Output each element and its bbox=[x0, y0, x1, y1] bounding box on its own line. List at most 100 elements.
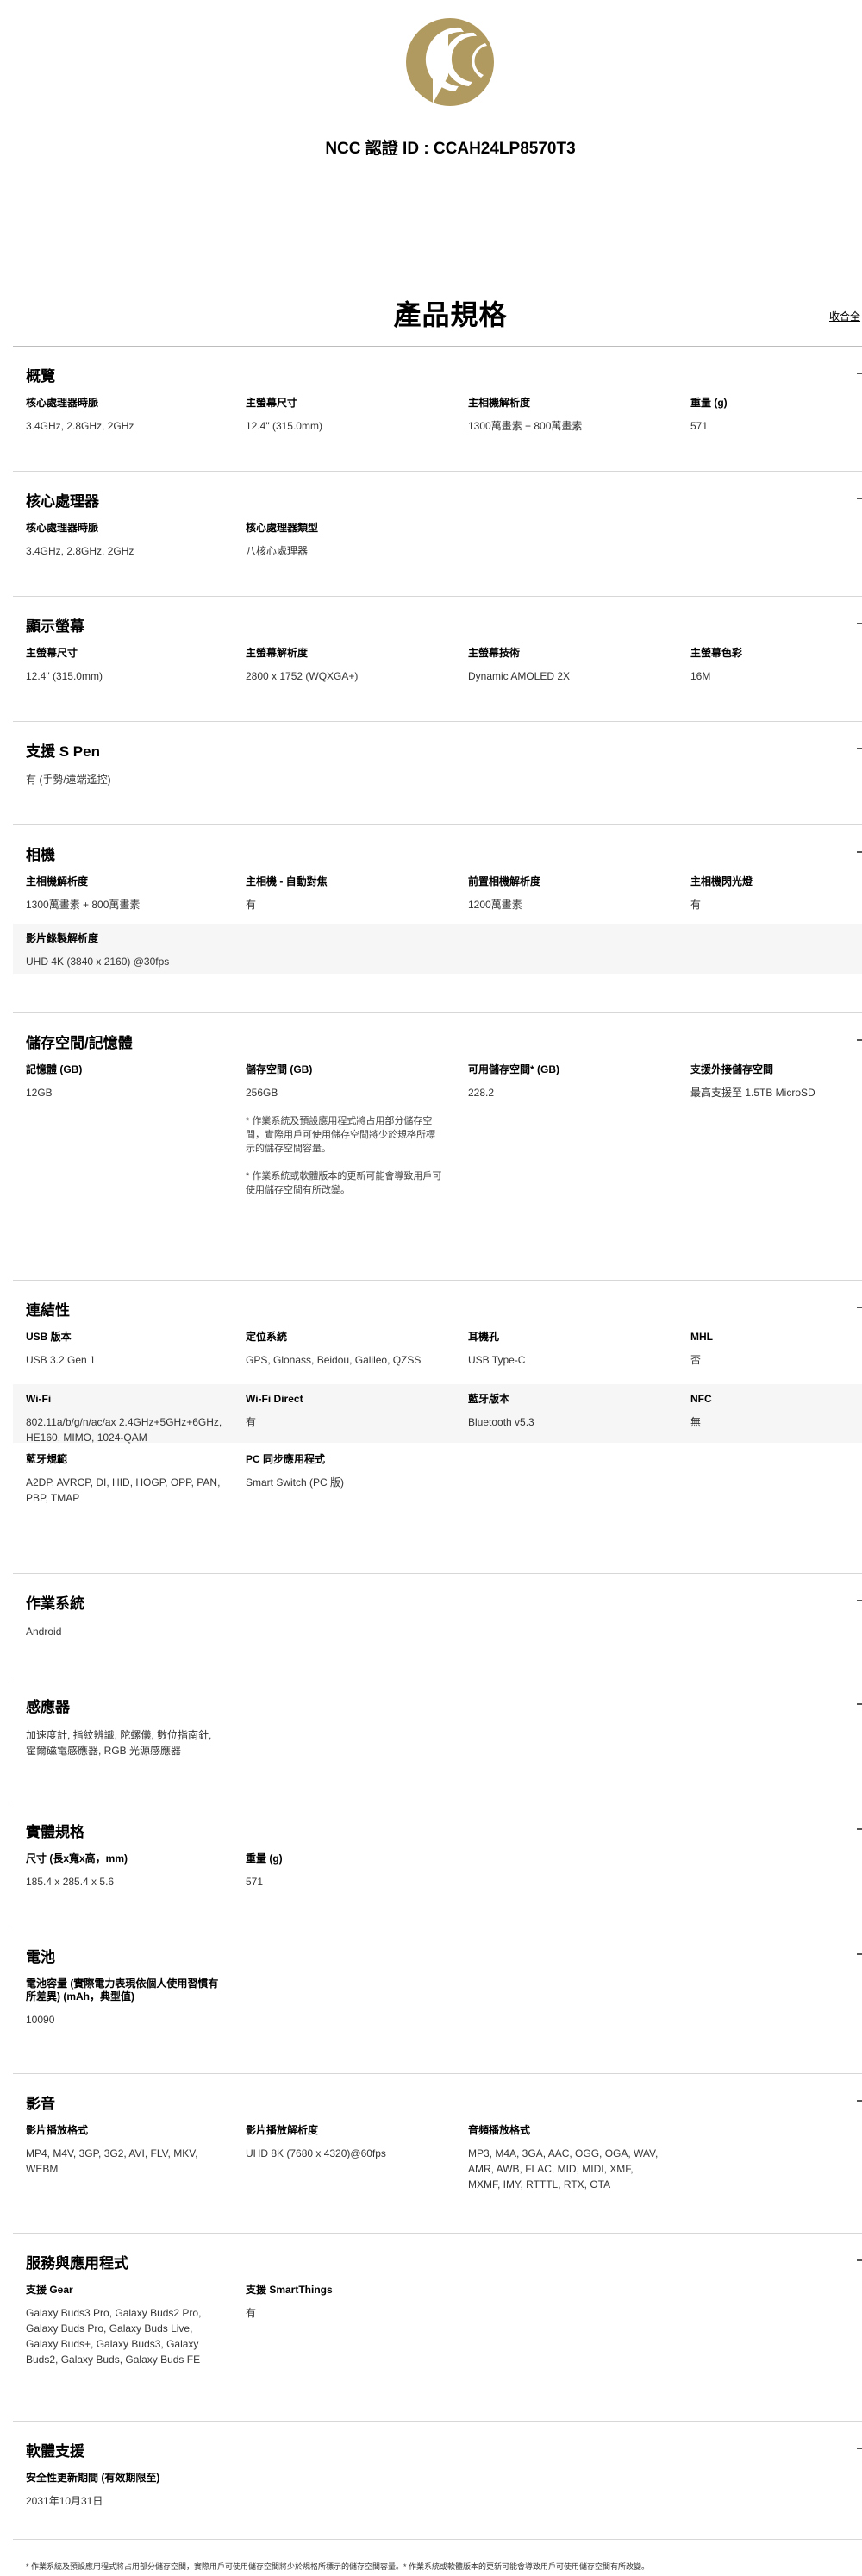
spec-item: 核心處理器類型 八核心處理器 bbox=[246, 522, 444, 559]
minus-icon[interactable] bbox=[857, 851, 862, 853]
section-title[interactable]: 顯示螢幕 bbox=[26, 614, 84, 636]
spec-item: 核心處理器時脈 3.4GHz, 2.8GHz, 2GHz bbox=[26, 522, 224, 559]
minus-icon[interactable] bbox=[857, 498, 862, 499]
section-title[interactable]: 概覽 bbox=[26, 364, 55, 385]
minus-icon[interactable] bbox=[857, 1307, 862, 1308]
spec-item: 主螢幕技術 Dynamic AMOLED 2X bbox=[468, 647, 666, 684]
spec-value: 否 bbox=[690, 1354, 702, 1366]
spec-value: 2800 x 1752 (WQXGA+) bbox=[246, 670, 359, 682]
minus-icon[interactable] bbox=[857, 2448, 862, 2449]
spec-item: 支援外接儲存空間 最高支援至 1.5TB MicroSD bbox=[690, 1063, 862, 1100]
spec-item: 支援 SmartThings 有 bbox=[246, 2284, 444, 2321]
spec-note: * 作業系統或軟體版本的更新可能會導致用戶可使用儲存空間有所改變。 bbox=[246, 1171, 442, 1195]
spec-label: 儲存空間 (GB) bbox=[246, 1063, 313, 1075]
section-title[interactable]: 服務與應用程式 bbox=[26, 2251, 128, 2272]
minus-icon[interactable] bbox=[857, 1039, 862, 1041]
spec-value: 571 bbox=[690, 420, 709, 432]
spec-value: Dynamic AMOLED 2X bbox=[468, 670, 571, 682]
spec-label: 音頻播放格式 bbox=[468, 2124, 531, 2136]
spec-item: 前置相機解析度 1200萬畫素 bbox=[468, 875, 666, 912]
spec-item: 影片錄製解析度 UHD 4K (3840 x 2160) @30fps bbox=[26, 932, 224, 969]
spec-item: 音頻播放格式 MP3, M4A, 3GA, AAC, OGG, OGA, WAV,… bbox=[468, 2124, 666, 2192]
section-divider bbox=[13, 721, 862, 722]
spec-item: 有 (手勢/遠端遙控) bbox=[26, 772, 224, 787]
spec-item: 可用儲存空間* (GB) 228.2 bbox=[468, 1063, 666, 1100]
minus-icon[interactable] bbox=[857, 1703, 862, 1705]
section-divider bbox=[13, 2421, 862, 2422]
spec-item: USB 版本 USB 3.2 Gen 1 bbox=[26, 1331, 224, 1368]
minus-icon[interactable] bbox=[857, 1953, 862, 1955]
minus-icon[interactable] bbox=[857, 748, 862, 749]
page-title: 產品規格 bbox=[393, 299, 508, 330]
spec-value: Galaxy Buds3 Pro, Galaxy Buds2 Pro, Gala… bbox=[26, 2307, 202, 2366]
spec-label: 影片錄製解析度 bbox=[26, 932, 99, 944]
spec-value: 無 bbox=[690, 1416, 702, 1428]
section-divider bbox=[13, 2073, 862, 2074]
spec-value: 1200萬畫素 bbox=[468, 899, 522, 911]
spec-label: Wi-Fi bbox=[26, 1393, 52, 1405]
section-title[interactable]: 作業系統 bbox=[26, 1591, 84, 1613]
section-title[interactable]: 核心處理器 bbox=[26, 489, 99, 511]
minus-icon[interactable] bbox=[857, 1600, 862, 1601]
spec-item: 重量 (g) 571 bbox=[246, 1852, 444, 1890]
section-title[interactable]: 儲存空間/記憶體 bbox=[26, 1031, 133, 1052]
spec-label: 主螢幕尺寸 bbox=[246, 397, 298, 409]
spec-item: 主螢幕色彩 16M bbox=[690, 647, 862, 684]
section-divider bbox=[13, 596, 862, 597]
spec-value: 2031年10月31日 bbox=[26, 2495, 103, 2507]
section-title[interactable]: 感應器 bbox=[26, 1695, 70, 1716]
section-title[interactable]: 支援 S Pen bbox=[26, 739, 100, 761]
minus-icon[interactable] bbox=[857, 2100, 862, 2102]
spec-value: 802.11a/b/g/n/ac/ax 2.4GHz+5GHz+6GHz, HE… bbox=[26, 1416, 222, 1444]
section-title[interactable]: 軟體支援 bbox=[26, 2439, 84, 2460]
title-divider bbox=[13, 346, 862, 347]
spec-label: 主相機解析度 bbox=[468, 397, 531, 409]
collapse-all-link[interactable]: 收合全 bbox=[829, 309, 860, 323]
spec-value: 有 bbox=[246, 899, 257, 911]
ncc-id-text: NCC 認證 ID : CCAH24LP8570T3 bbox=[325, 140, 576, 158]
spec-value: 3.4GHz, 2.8GHz, 2GHz bbox=[26, 420, 134, 432]
spec-item: 影片播放解析度 UHD 8K (7680 x 4320)@60fps bbox=[246, 2124, 444, 2161]
spec-value: 八核心處理器 bbox=[246, 545, 309, 557]
spec-value: USB 3.2 Gen 1 bbox=[26, 1354, 96, 1366]
spec-item: 核心處理器時脈 3.4GHz, 2.8GHz, 2GHz bbox=[26, 397, 224, 434]
spec-label: Wi-Fi Direct bbox=[246, 1393, 303, 1405]
spec-value: USB Type-C bbox=[468, 1354, 526, 1366]
minus-icon[interactable] bbox=[857, 623, 862, 624]
spec-item: MHL 否 bbox=[690, 1331, 862, 1368]
section-title[interactable]: 連結性 bbox=[26, 1298, 70, 1319]
spec-item: 加速度計, 指紋辨識, 陀螺儀, 數位指南針, 霍爾磁電感應器, RGB 光源感… bbox=[26, 1727, 224, 1758]
spec-label: PC 同步應用程式 bbox=[246, 1453, 326, 1465]
spec-label: 主相機閃光燈 bbox=[690, 875, 753, 887]
spec-label: 核心處理器時脈 bbox=[26, 397, 99, 409]
spec-value: 12.4" (315.0mm) bbox=[246, 420, 322, 432]
spec-value: 12GB bbox=[26, 1087, 53, 1099]
section-title[interactable]: 實體規格 bbox=[26, 1820, 84, 1841]
spec-label: 安全性更新期間 (有效期限至) bbox=[26, 2472, 160, 2484]
section-title[interactable]: 相機 bbox=[26, 843, 55, 864]
spec-value: 有 bbox=[246, 2307, 257, 2319]
section-title[interactable]: 電池 bbox=[26, 1945, 55, 1966]
spec-item: 藍牙規範 A2DP, AVRCP, DI, HID, HOGP, OPP, PAN… bbox=[26, 1453, 224, 1506]
spec-item: 主相機 - 自動對焦有 bbox=[246, 875, 444, 912]
spec-value: 有 bbox=[246, 1416, 257, 1428]
spec-value: MP4, M4V, 3GP, 3G2, AVI, FLV, MKV, WEBM bbox=[26, 2147, 198, 2175]
spec-item: 定位系統 GPS, Glonass, Beidou, Galileo, QZSS bbox=[246, 1331, 444, 1368]
spec-label: 主螢幕解析度 bbox=[246, 647, 309, 659]
section-title[interactable]: 影音 bbox=[26, 2091, 55, 2113]
minus-icon[interactable] bbox=[857, 373, 862, 374]
spec-note: * 作業系統及預設應用程式將占用部分儲存空間，實際用戶可使用儲存空間將少於規格所… bbox=[246, 1116, 435, 1154]
minus-icon[interactable] bbox=[857, 1828, 862, 1830]
section-divider bbox=[13, 1280, 862, 1281]
spec-label: USB 版本 bbox=[26, 1331, 72, 1343]
spec-value: 10090 bbox=[26, 2014, 55, 2026]
minus-icon[interactable] bbox=[857, 2259, 862, 2261]
ncc-logo-icon bbox=[405, 17, 496, 108]
spec-item: 主螢幕尺寸 12.4" (315.0mm) bbox=[26, 647, 224, 684]
spec-value: 256GB bbox=[246, 1087, 278, 1099]
spec-value: UHD 4K (3840 x 2160) @30fps bbox=[26, 956, 170, 968]
spec-value: MP3, M4A, 3GA, AAC, OGG, OGA, WAV, AMR, … bbox=[468, 2147, 659, 2191]
spec-value: Smart Switch (PC 版) bbox=[246, 1476, 345, 1489]
spec-label: 主相機 - 自動對焦 bbox=[246, 875, 328, 887]
spec-label: 影片播放解析度 bbox=[246, 2124, 319, 2136]
